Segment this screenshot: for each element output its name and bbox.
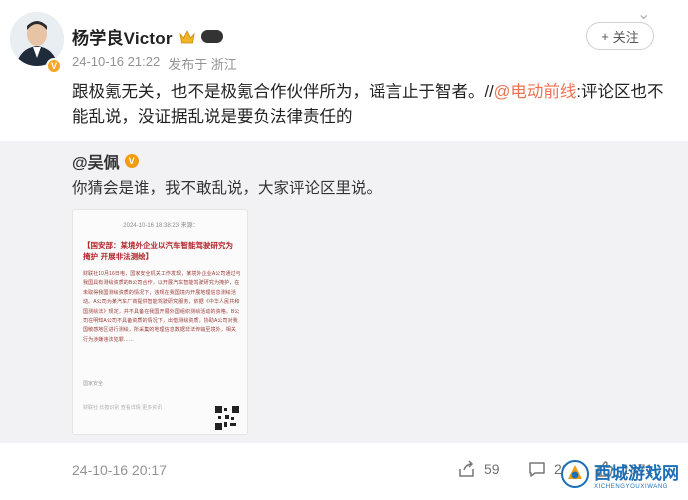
watermark-logo-icon	[561, 460, 589, 488]
share-icon	[459, 460, 474, 477]
repost-card[interactable]: @吴佩 V 你猜会是谁，我不敢乱说，大家评论区里说。 2024-10-16 18…	[0, 141, 688, 443]
image-body-text: 财联社10月16日电，国家安全机关工作发现，某境外企业A公司通过与我国具有测绘资…	[83, 271, 241, 343]
share-count: 59	[484, 461, 500, 477]
verified-v-badge: V	[46, 58, 62, 74]
crown-icon	[179, 29, 195, 43]
repost-text: 你猜会是谁，我不敢乱说，大家评论区里说。	[72, 180, 383, 197]
post-content: 跟极氪无关，也不是极氪合作伙伴所为，谣言止于智者。//@电动前线:评论区也不能乱…	[72, 80, 672, 130]
verified-orange-v-icon: V	[124, 154, 139, 168]
mention-link[interactable]: @电动前线	[494, 83, 577, 101]
repost-timestamp[interactable]: 24-10-16 20:17	[72, 462, 167, 478]
comment-icon	[529, 462, 545, 477]
follow-button[interactable]: + 关注	[586, 22, 654, 50]
watermark-title: 西城游戏网	[594, 463, 679, 484]
image-date-line: 2024-10-16 18:38:23 来源：	[123, 223, 199, 229]
more-options-icon[interactable]: ⌄	[637, 4, 650, 24]
post-text-part1: 跟极氪无关，也不是极氪合作伙伴所为，谣言止于智者。//	[72, 83, 494, 101]
qr-code-icon	[215, 406, 239, 430]
repost-author-name[interactable]: @吴佩	[72, 149, 120, 173]
image-headline: 【国安部：某境外企业以汽车智能驾驶研究为掩护 开展非法测绘】	[83, 241, 233, 261]
image-footer-text: 财联社 长按识别 查看详情 更多资讯	[83, 405, 163, 411]
follow-label: 关注	[612, 29, 639, 45]
plus-icon: +	[601, 28, 609, 44]
image-tag: 国家安全	[83, 381, 104, 387]
watermark-subtitle: XICHENGYOUXIWANG	[594, 483, 669, 490]
author-name[interactable]: 杨学良Victor	[72, 24, 173, 49]
site-watermark: 西城游戏网 XICHENGYOUXIWANG	[560, 452, 682, 496]
weibo-post: V 杨学良Victor 24-10-16 21:22 发布于 浙江 + 关注 ⌄…	[0, 0, 688, 500]
post-location: 发布于 浙江	[168, 57, 237, 72]
member-level-badge	[200, 30, 223, 43]
repost-image-thumbnail[interactable]: 2024-10-16 18:38:23 来源： 【国安部：某境外企业以汽车智能驾…	[72, 209, 248, 435]
post-timestamp[interactable]: 24-10-16 21:22	[72, 54, 160, 73]
share-button[interactable]: 59	[458, 460, 500, 478]
